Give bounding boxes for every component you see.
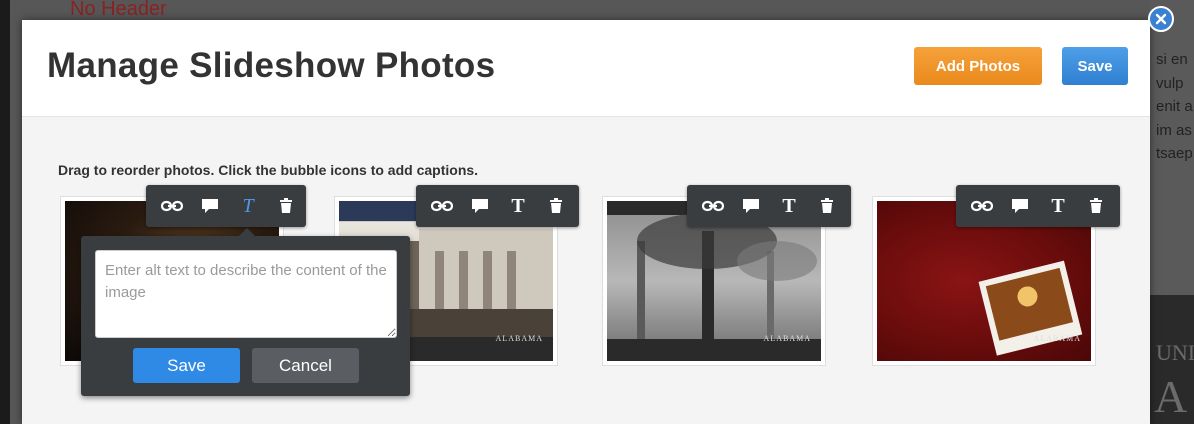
trash-icon [1090,198,1102,213]
photo-logo: ALABAMA [763,334,811,343]
add-photos-button[interactable]: Add Photos [914,47,1042,85]
alt-text-button[interactable]: T [1040,185,1076,227]
caption-bubble-icon [202,199,218,213]
popover-arrow [239,228,255,236]
page-title: Manage Slideshow Photos [47,46,496,85]
link-icon [431,200,453,212]
alt-text-button[interactable]: T [771,185,807,227]
photo-toolbar: T [687,185,851,227]
background-right-content: si en vulp enit a im as tsaep UNI A [1150,0,1194,424]
caption-bubble-icon [472,199,488,213]
delete-button[interactable] [538,185,574,227]
link-button[interactable] [154,185,190,227]
link-button[interactable] [424,185,460,227]
text-icon: T [782,195,796,217]
background-snippet: si en [1156,51,1188,68]
link-icon [702,200,724,212]
background-header-text: No Header [70,0,167,20]
link-icon [971,200,993,212]
save-button[interactable]: Save [1062,47,1128,85]
popover-cancel-button[interactable]: Cancel [252,348,359,383]
photo-toolbar: T [956,185,1120,227]
trash-icon [821,198,833,213]
background-text-snippets: si en vulp enit a im as tsaep [1156,48,1193,166]
background-snippet: enit a [1156,98,1193,115]
photo-toolbar: T [416,185,579,227]
close-icon [1155,13,1167,25]
caption-button[interactable] [1002,185,1038,227]
close-button[interactable] [1148,6,1174,32]
delete-button[interactable] [268,185,304,227]
modal-header: Manage Slideshow Photos Add Photos Save [22,20,1150,117]
background-big-text: UNI [1156,340,1194,365]
background-left-strip [0,0,10,424]
caption-button[interactable] [462,185,498,227]
photo-logo: ALABAMA [1033,334,1081,343]
text-icon: T [511,195,525,217]
text-icon: T [1051,195,1065,217]
text-icon: T [242,195,254,217]
alt-text-button[interactable]: T [230,185,266,227]
link-button[interactable] [695,185,731,227]
trash-icon [280,198,292,213]
caption-button[interactable] [733,185,769,227]
caption-bubble-icon [1012,199,1028,213]
trash-icon [550,198,562,213]
alt-text-field[interactable] [95,250,397,338]
alt-text-button[interactable]: T [500,185,536,227]
alt-text-popover: Save Cancel [81,228,410,396]
popover-save-button[interactable]: Save [133,348,240,383]
background-snippet: tsaep [1156,145,1193,162]
delete-button[interactable] [809,185,845,227]
link-button[interactable] [964,185,1000,227]
background-snippet: im as [1156,121,1192,139]
instructions-text: Drag to reorder photos. Click the bubble… [58,162,479,178]
caption-button[interactable] [192,185,228,227]
caption-bubble-icon [743,199,759,213]
photo-toolbar: T [146,185,306,227]
background-big-letter: A [1154,371,1188,422]
manage-slideshow-modal: Manage Slideshow Photos Add Photos Save … [22,6,1174,424]
background-snippet: vulp [1156,74,1184,92]
delete-button[interactable] [1078,185,1114,227]
link-icon [161,200,183,212]
photo-logo: ALABAMA [495,334,543,343]
